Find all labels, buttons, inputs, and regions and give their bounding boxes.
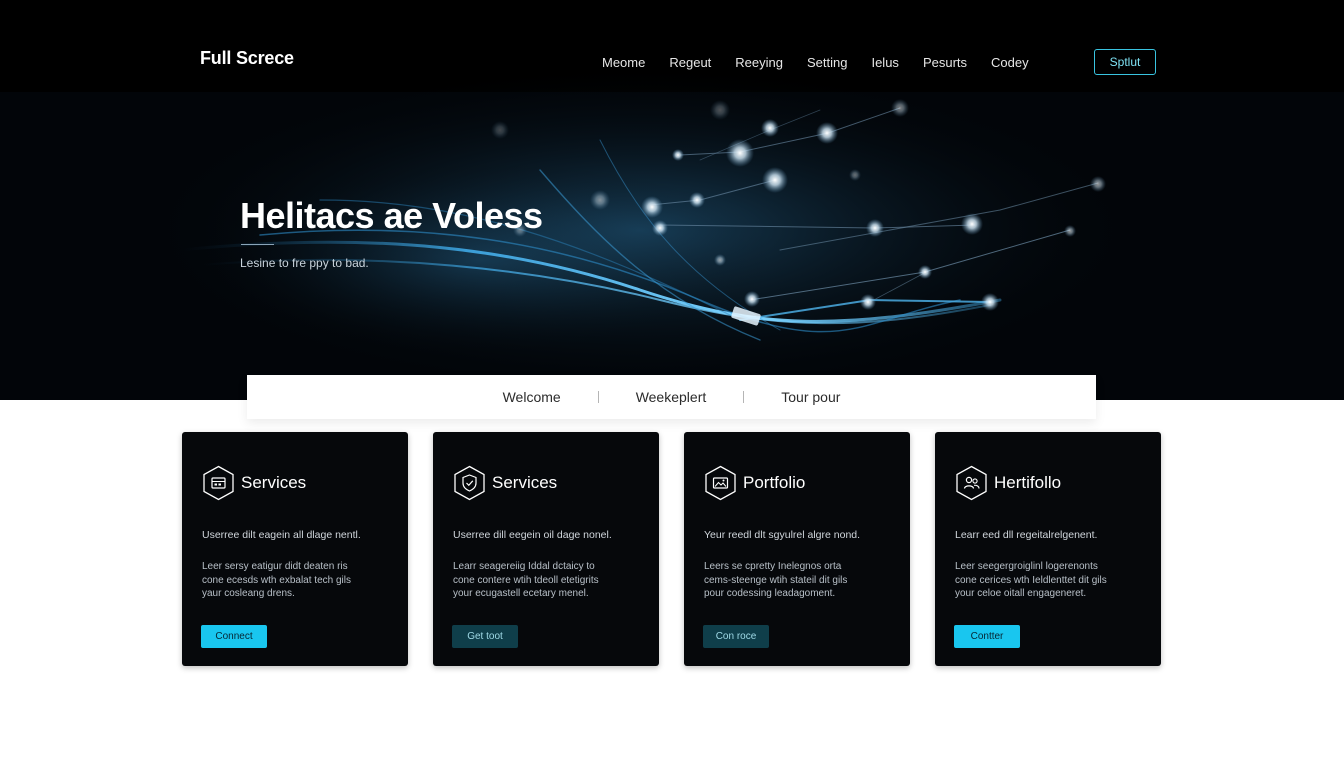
card-title: Hertifollo	[994, 473, 1062, 492]
site-logo[interactable]: Full Screce	[200, 48, 294, 69]
feature-cards: Services Userree dilt eagein all dlage n…	[182, 432, 1161, 666]
tab-weekeplert[interactable]: Weekeplert	[636, 389, 707, 405]
card-title: Services	[241, 473, 307, 492]
card-title: Services	[492, 473, 558, 492]
card-lead: Learr eed dll regeitalrelgenent.	[955, 529, 1098, 541]
card-body-line: pour codessing leadagoment.	[704, 588, 836, 599]
card-header: Hertifollo	[955, 465, 1061, 501]
card-connect-button[interactable]: Connect	[201, 625, 267, 648]
card-body-line: yaur cosleang drens.	[202, 588, 295, 599]
nav-item-1[interactable]: Meome	[590, 55, 657, 70]
calendar-icon	[202, 465, 235, 501]
hero-title: Helitacs ae Voless	[240, 195, 543, 236]
card-body-line: cone cerices wth Ieldlenttet dit gils	[955, 574, 1107, 586]
tab-strip: Welcome Weekeplert Tour pour	[247, 375, 1096, 419]
card-lead: Userree dill eegein oil dage nonel.	[453, 529, 612, 541]
tab-divider	[743, 391, 745, 403]
card-body-line: Leer seegergroiglinl logerenonts	[955, 561, 1098, 572]
nav-item-6[interactable]: Pesurts	[911, 55, 979, 70]
feature-card: Hertifollo Learr eed dll regeitalrelgene…	[935, 432, 1161, 666]
nav-item-7[interactable]: Codey	[979, 55, 1041, 70]
card-lead: Yeur reedl dlt sgyulrel algre nond.	[704, 529, 861, 541]
hero-subtitle: Lesine to fre ppy to bad.	[240, 256, 369, 270]
card-body-line: Leer sersy eatigur didt deaten ris	[202, 561, 348, 572]
main-nav: Meome Regeut Reeying Setting Ielus Pesur…	[590, 55, 1041, 70]
tab-welcome[interactable]: Welcome	[503, 389, 561, 405]
card-body-line: Leers se cpretty Inelegnos orta	[704, 561, 842, 572]
card-get-started-button[interactable]: Get toot	[452, 625, 518, 648]
nav-item-2[interactable]: Regeut	[657, 55, 723, 70]
tab-divider	[597, 391, 599, 403]
card-connect-button[interactable]: Con roce	[703, 625, 769, 648]
card-body-line: Learr seagereiig Iddal dctaicy to	[453, 561, 595, 572]
tab-tour-pour[interactable]: Tour pour	[781, 389, 840, 405]
nav-item-3[interactable]: Reeying	[723, 55, 795, 70]
card-header: Services	[453, 465, 557, 501]
card-body: Learr seagereiig Iddal dctaicy to cone c…	[453, 560, 649, 601]
card-body: Leers se cpretty Inelegnos orta cems-ste…	[704, 560, 900, 601]
hero-section: Full Screce Meome Regeut Reeying Setting…	[0, 0, 1344, 400]
people-icon	[955, 465, 988, 501]
card-body: Leer seegergroiglinl logerenonts cone ce…	[955, 560, 1151, 601]
portfolio-icon	[704, 465, 737, 501]
card-header: Services	[202, 465, 306, 501]
card-contact-button[interactable]: Contter	[954, 625, 1020, 648]
card-body-line: cems-steenge wtih stateil dit gils	[704, 574, 848, 586]
header-cta-button[interactable]: Sptlut	[1094, 49, 1156, 75]
nav-item-5[interactable]: Ielus	[859, 55, 910, 70]
card-body-line: your ecugastell ecetary menel.	[453, 588, 589, 599]
feature-card: Services Userree dilt eagein all dlage n…	[182, 432, 408, 666]
card-lead: Userree dilt eagein all dlage nentl.	[202, 529, 361, 541]
card-header: Portfolio	[704, 465, 805, 501]
nav-item-4[interactable]: Setting	[795, 55, 859, 70]
card-body-line: your celoe oitall engageneret.	[955, 588, 1087, 599]
card-title: Portfolio	[743, 473, 806, 492]
feature-card: Portfolio Yeur reedl dlt sgyulrel algre …	[684, 432, 910, 666]
card-body-line: cone contere wtih tdeoll etetigrits	[453, 574, 599, 586]
shield-icon	[453, 465, 486, 501]
hero-divider	[241, 244, 274, 245]
card-body-line: cone ecesds wth exbalat tech gils	[202, 574, 351, 586]
card-body: Leer sersy eatigur didt deaten ris cone …	[202, 560, 398, 601]
feature-card: Services Userree dill eegein oil dage no…	[433, 432, 659, 666]
